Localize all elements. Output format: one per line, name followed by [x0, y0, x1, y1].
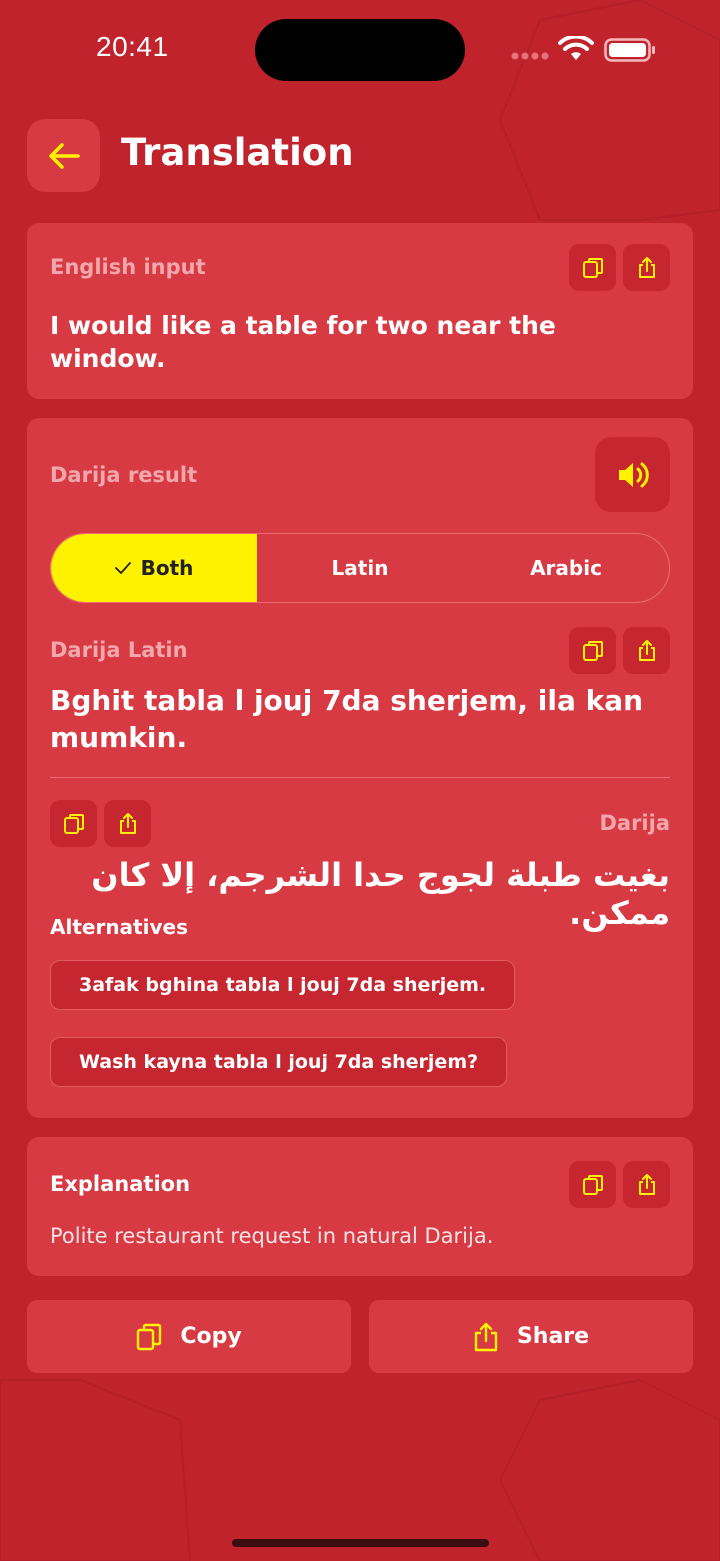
darija-result-card: Darija result Both Latin Arabic Darija L… [27, 418, 693, 1118]
share-input-button[interactable] [623, 244, 670, 291]
back-button[interactable] [27, 119, 100, 192]
alternatives-title: Alternatives [50, 915, 188, 939]
copy-button-label: Copy [180, 1324, 242, 1349]
share-icon [638, 1173, 655, 1195]
script-toggle: Both Latin Arabic [50, 533, 670, 603]
copy-explanation-button[interactable] [569, 1161, 616, 1208]
explanation-label: Explanation [50, 1172, 191, 1196]
english-input-card: English input I would like a table for t… [27, 223, 693, 399]
alternative-chip[interactable]: 3afak bghina tabla l jouj 7da sherjem. [50, 960, 516, 1010]
darija-latin-label: Darija Latin [50, 638, 188, 662]
home-indicator [232, 1539, 489, 1547]
english-input-label: English input [50, 255, 206, 279]
share-latin-button[interactable] [623, 627, 670, 674]
copy-icon [582, 640, 603, 661]
arrow-left-icon [48, 142, 80, 169]
segment-latin[interactable]: Latin [257, 534, 463, 602]
segment-both[interactable]: Both [51, 534, 257, 602]
share-icon [474, 1322, 498, 1351]
dynamic-island [255, 19, 465, 81]
speaker-icon [618, 462, 649, 487]
share-arabic-button[interactable] [104, 800, 151, 847]
explanation-text: Polite restaurant request in natural Dar… [50, 1224, 494, 1248]
share-button-label: Share [516, 1324, 590, 1349]
segment-both-label: Both [140, 556, 194, 580]
share-explanation-button[interactable] [623, 1161, 670, 1208]
share-button[interactable]: Share [369, 1300, 693, 1373]
copy-latin-button[interactable] [569, 627, 616, 674]
segment-latin-label: Latin [331, 556, 389, 580]
check-icon [114, 562, 131, 574]
divider [50, 777, 670, 778]
share-icon [119, 812, 136, 834]
segment-arabic-label: Arabic [530, 556, 602, 580]
status-time: 20:41 [96, 31, 169, 62]
segment-arabic[interactable]: Arabic [463, 534, 669, 602]
copy-input-button[interactable] [569, 244, 616, 291]
play-audio-button[interactable] [595, 437, 670, 512]
share-icon [638, 639, 655, 661]
darija-result-label: Darija result [50, 463, 198, 487]
darija-latin-text: Bghit tabla l jouj 7da sherjem, ila kan … [50, 684, 644, 754]
share-icon [638, 256, 655, 278]
explanation-card: Explanation Polite restaurant request in… [27, 1137, 693, 1276]
english-input-text: I would like a table for two near the wi… [50, 311, 556, 373]
copy-button[interactable]: Copy [27, 1300, 351, 1373]
copy-icon [137, 1323, 162, 1350]
copy-icon [63, 813, 84, 834]
copy-icon [582, 1174, 603, 1195]
darija-arabic-label: Darija [599, 811, 670, 835]
signal-icon [511, 52, 549, 60]
alternative-chip[interactable]: Wash kayna tabla l jouj 7da sherjem? [50, 1037, 508, 1087]
battery-icon [604, 38, 655, 62]
copy-arabic-button[interactable] [50, 800, 97, 847]
copy-icon [582, 257, 603, 278]
wifi-icon [558, 36, 594, 60]
page-title: Translation [121, 131, 354, 174]
